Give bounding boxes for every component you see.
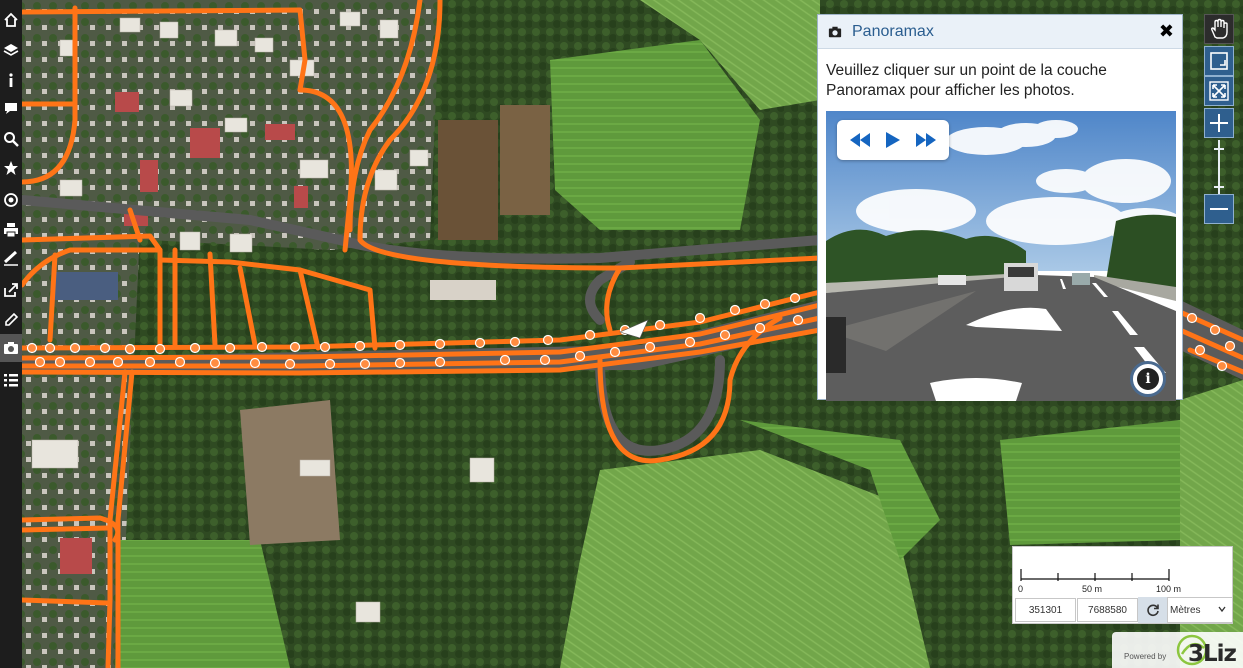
share-icon[interactable] (0, 276, 22, 304)
pan-hand-icon[interactable] (1204, 14, 1234, 44)
brand-name: 3Liz (1188, 641, 1237, 667)
info-icon[interactable] (0, 66, 22, 94)
scale-coordinates-box: 0 50 m 100 m 351301 7688580 Mètres (1012, 546, 1233, 624)
scale-bar (1020, 569, 1170, 581)
unit-select[interactable]: Mètres (1167, 597, 1233, 623)
zoom-tick (1214, 186, 1224, 188)
scale-label-mid: 50 m (1082, 584, 1103, 594)
home-icon[interactable] (0, 6, 22, 34)
scale-label-zero: 0 (1018, 584, 1024, 594)
panorama-viewer[interactable]: i (826, 111, 1176, 401)
next-icon[interactable] (913, 127, 939, 153)
left-toolbar (0, 0, 22, 668)
print-icon[interactable] (0, 216, 22, 244)
zoom-slider[interactable] (1212, 140, 1226, 196)
panel-title: Panoramax (852, 22, 934, 40)
refresh-icon[interactable] (1138, 597, 1168, 623)
star-icon[interactable] (0, 154, 22, 182)
panel-message: Veuillez cliquer sur un point de la couc… (826, 62, 1107, 99)
layers-icon[interactable] (0, 36, 22, 64)
powered-by-badge[interactable]: Powered by 3Liz (1112, 632, 1243, 668)
coord-x-field[interactable]: 351301 (1015, 598, 1076, 622)
play-icon[interactable] (880, 127, 906, 153)
camera-icon (828, 26, 842, 37)
zoom-in-icon[interactable] (1204, 108, 1234, 138)
scale-label-max: 100 m (1156, 584, 1182, 594)
unit-select-value: Mètres (1170, 604, 1201, 616)
edit-icon[interactable] (0, 306, 22, 334)
measure-icon[interactable] (0, 244, 22, 272)
zoom-box-icon[interactable] (1204, 46, 1234, 76)
chevron-down-icon (1218, 606, 1226, 613)
comment-icon[interactable] (0, 94, 22, 122)
locate-icon[interactable] (0, 186, 22, 214)
info-icon: i (1137, 368, 1159, 390)
search-icon[interactable] (0, 125, 22, 153)
zoom-tick (1214, 148, 1224, 150)
panel-header: Panoramax ✖ (818, 15, 1182, 49)
camera-icon[interactable] (0, 334, 22, 362)
zoom-extent-icon[interactable] (1204, 76, 1234, 106)
info-button[interactable]: i (1130, 361, 1166, 397)
powered-by-text: Powered by (1124, 652, 1167, 661)
close-icon[interactable]: ✖ (1159, 21, 1174, 42)
playback-controls (837, 120, 949, 160)
previous-icon[interactable] (847, 127, 873, 153)
coord-y-field[interactable]: 7688580 (1077, 598, 1138, 622)
panoramax-panel: Panoramax ✖ Veuillez cliquer sur un poin… (817, 14, 1183, 401)
zoom-out-icon[interactable] (1204, 194, 1234, 224)
list-icon[interactable] (0, 366, 22, 394)
